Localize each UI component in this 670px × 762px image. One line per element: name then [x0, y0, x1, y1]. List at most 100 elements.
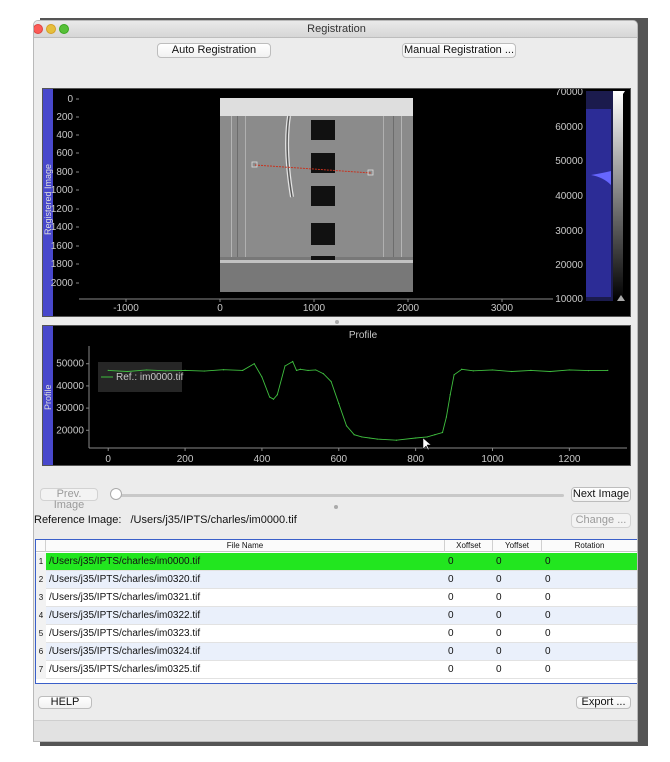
image-x-tick-label: 2000	[397, 303, 420, 314]
splitter-handle[interactable]	[335, 320, 339, 324]
profile-data-point	[222, 369, 225, 371]
histogram-tick-label: 10000	[555, 294, 583, 305]
yoffset-cell[interactable]: 0	[496, 607, 542, 625]
table-row[interactable]: 1/Users/j35/IPTS/charles/im0000.tif 0 0 0	[36, 553, 637, 571]
header-corner	[36, 540, 46, 552]
table-row[interactable]: 3/Users/j35/IPTS/charles/im0321.tif 0 0 0	[36, 589, 637, 607]
rotation-cell[interactable]: 0	[545, 589, 635, 607]
file-name-cell[interactable]: /Users/j35/IPTS/charles/im0322.tif	[49, 607, 445, 625]
profile-y-tick-label: 50000	[56, 359, 84, 370]
change-reference-button[interactable]: Change ...	[571, 513, 631, 528]
rotation-cell[interactable]: 0	[545, 553, 635, 571]
profile-data-point	[276, 394, 278, 396]
rotation-cell[interactable]: 0	[545, 661, 635, 679]
next-image-button[interactable]: Next Image	[571, 487, 631, 502]
profile-data-point	[295, 369, 298, 371]
histogram-tick-label: 70000	[555, 89, 583, 98]
profile-data-point	[449, 394, 451, 396]
xoffset-cell[interactable]: 0	[448, 607, 493, 625]
rotation-cell[interactable]: 0	[545, 607, 635, 625]
profile-y-tick-label: 20000	[56, 425, 84, 436]
rotation-cell[interactable]: 0	[545, 643, 635, 661]
table-row[interactable]: 6/Users/j35/IPTS/charles/im0324.tif 0 0 0	[36, 643, 637, 661]
help-button[interactable]: HELP	[38, 696, 92, 709]
file-name-cell[interactable]: /Users/j35/IPTS/charles/im0325.tif	[49, 661, 445, 679]
profile-panel: Profile Profile 20000 30000 40000 50000 0 20…	[42, 325, 631, 466]
yoffset-cell[interactable]: 0	[496, 625, 542, 643]
image-y-tick-label: 400	[56, 130, 73, 141]
profile-data-point	[472, 370, 474, 372]
row-number: 7	[36, 661, 46, 679]
profile-y-tick-label: 30000	[56, 403, 84, 414]
yoffset-cell[interactable]: 0	[496, 661, 542, 679]
rotation-cell[interactable]: 0	[545, 625, 635, 643]
xoffset-cell[interactable]: 0	[448, 625, 493, 643]
xoffset-cell[interactable]: 0	[448, 643, 493, 661]
xoffset-cell[interactable]: 0	[448, 553, 493, 571]
yoffset-cell[interactable]: 0	[496, 643, 542, 661]
image-view-canvas[interactable]: 0 200 400 600 800 1000 1200 1400 1600 1800 2000 -1…	[43, 89, 630, 316]
export-button[interactable]: Export ...	[576, 696, 631, 709]
profile-data-point	[434, 434, 436, 436]
row-number: 6	[36, 643, 46, 661]
title-bar: Registration	[34, 21, 637, 38]
auto-registration-button[interactable]: Auto Registration	[157, 43, 271, 58]
file-name-cell[interactable]: /Users/j35/IPTS/charles/im0000.tif	[49, 553, 445, 571]
profile-x-tick-label: 800	[407, 454, 424, 465]
yoffset-cell[interactable]: 0	[496, 571, 542, 589]
profile-data-point	[587, 370, 590, 372]
table-row[interactable]: 4/Users/j35/IPTS/charles/im0322.tif 0 0 0	[36, 607, 637, 625]
table-row[interactable]: 7/Users/j35/IPTS/charles/im0325.tif 0 0 0	[36, 661, 637, 679]
prev-image-button[interactable]: Prev. Image	[40, 488, 98, 511]
image-x-tick-label: 1000	[303, 303, 326, 314]
xoffset-cell[interactable]: 0	[448, 661, 493, 679]
header-file-name[interactable]: File Name	[46, 540, 445, 552]
histogram-tick-label: 50000	[555, 156, 583, 167]
image-slider-handle[interactable]	[110, 488, 122, 500]
status-bar	[34, 720, 637, 741]
image-y-tick-label: 0	[67, 94, 73, 105]
file-name-cell[interactable]: /Users/j35/IPTS/charles/im0324.tif	[49, 643, 445, 661]
histogram-lut[interactable]	[586, 91, 625, 301]
table-row[interactable]: 5/Users/j35/IPTS/charles/im0323.tif 0 0 0	[36, 625, 637, 643]
file-table: File Name Xoffset Yoffset Rotation 1/Use…	[35, 539, 637, 684]
row-number: 1	[36, 553, 46, 571]
profile-data-point	[445, 416, 447, 418]
image-x-tick-label: -1000	[113, 303, 139, 314]
file-name-cell[interactable]: /Users/j35/IPTS/charles/im0320.tif	[49, 571, 445, 589]
sample-image	[220, 98, 413, 292]
profile-data-point	[491, 369, 494, 371]
header-xoffset[interactable]: Xoffset	[445, 540, 493, 552]
reference-image-path: /Users/j35/IPTS/charles/im0000.tif	[130, 514, 297, 526]
header-rotation[interactable]: Rotation	[542, 540, 637, 552]
rotation-cell[interactable]: 0	[545, 571, 635, 589]
profile-plot[interactable]: Profile 20000 30000 40000 50000 0 200 400 600 8…	[43, 326, 630, 465]
minimize-window-button[interactable]	[46, 24, 56, 34]
profile-x-tick-label: 1200	[558, 454, 581, 465]
close-window-button[interactable]	[34, 24, 43, 34]
profile-x-tick-label: 400	[254, 454, 271, 465]
profile-data-point	[315, 369, 317, 371]
image-y-tick-label: 600	[56, 148, 73, 159]
profile-data-point	[184, 369, 186, 371]
profile-data-point	[441, 431, 444, 434]
profile-data-point	[568, 369, 570, 371]
profile-data-point	[261, 376, 263, 378]
profile-data-point	[272, 398, 275, 400]
profile-data-point	[530, 369, 532, 371]
yoffset-cell[interactable]: 0	[496, 589, 542, 607]
histogram-tick-label: 30000	[555, 226, 583, 237]
profile-data-point	[453, 374, 455, 376]
header-yoffset[interactable]: Yoffset	[493, 540, 542, 552]
image-slider-track[interactable]	[114, 494, 564, 497]
profile-data-point	[253, 363, 255, 365]
splitter-handle-2[interactable]	[334, 505, 338, 509]
xoffset-cell[interactable]: 0	[448, 589, 493, 607]
maximize-window-button[interactable]	[59, 24, 69, 34]
manual-registration-button[interactable]: Manual Registration ...	[402, 43, 516, 58]
file-name-cell[interactable]: /Users/j35/IPTS/charles/im0323.tif	[49, 625, 445, 643]
table-row[interactable]: 2/Users/j35/IPTS/charles/im0320.tif 0 0 0	[36, 571, 637, 589]
file-name-cell[interactable]: /Users/j35/IPTS/charles/im0321.tif	[49, 589, 445, 607]
xoffset-cell[interactable]: 0	[448, 571, 493, 589]
yoffset-cell[interactable]: 0	[496, 553, 542, 571]
